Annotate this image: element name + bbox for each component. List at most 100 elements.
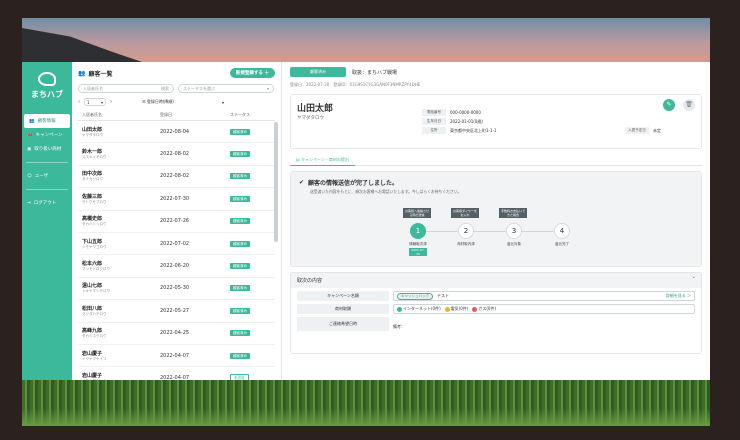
table-row[interactable]: 遠山七郎 トオヤマシチロウ 2022-05-30 顧客済み	[78, 278, 275, 301]
progress-step: 1 情報取次済 2022-07-30	[409, 223, 427, 257]
status-select[interactable]: ステータスを選ぶ ▾	[178, 84, 274, 93]
row-date: 2022-04-25	[160, 330, 190, 337]
status-placeholder: ステータスを選ぶ	[183, 85, 215, 91]
info-label: 電話番号	[422, 109, 446, 116]
status-badge: 顧客済み	[230, 285, 250, 292]
chevron-up-icon[interactable]: ˄	[693, 277, 696, 284]
chevron-down-icon: ▾	[266, 86, 269, 91]
app-logo: まちハブ	[22, 72, 72, 100]
scrollbar[interactable]	[274, 122, 278, 242]
table-row[interactable]: 山田太郎 ヤマダタロウ 2022-08-04 顧客済み	[78, 121, 275, 144]
step-date: 2022-07-30	[409, 248, 427, 256]
product-text: 電気(0件)	[450, 306, 469, 311]
row-date: 2022-04-07	[160, 352, 190, 359]
row-date: 2022-06-20	[160, 263, 190, 270]
table-row[interactable]: 岩山慶子 イワヤマケイコ 2022-04-07 顧客済み	[78, 345, 275, 368]
sidebar-item-logout[interactable]: ⇥ ログアウト	[22, 196, 72, 210]
progress-title: 顧客の情報送信が完了しました。	[308, 180, 399, 187]
list-title: 👥 顧客一覧	[78, 69, 113, 78]
row-kana: タカハシシロウ	[82, 222, 107, 227]
customer-name: 山田太郎	[297, 104, 334, 114]
people-icon: 👥	[78, 69, 86, 77]
sidebar-item-products[interactable]: ▣ 取り扱い商材	[22, 142, 72, 156]
tab-campaign-submit[interactable]: ▤ キャンペーン・商材の提出	[290, 155, 355, 166]
campaign-label: キャンペーン名類	[297, 291, 389, 301]
step-line	[419, 231, 559, 232]
sort-select[interactable]: ☰ 登録日時(降順) ▾	[138, 98, 228, 107]
chevron-down-icon: ▾	[221, 99, 224, 105]
edit-icon[interactable]: ✎	[663, 99, 675, 111]
status-badge: 顧客済み	[290, 67, 346, 77]
row-date: 2022-07-26	[160, 218, 190, 225]
table-row[interactable]: 岩山慶子イワヤマケイコ2022-04-07 未送信	[78, 367, 275, 380]
customer-kana: ヤマダタロウ	[297, 116, 324, 121]
status-badge: 顧客済み	[230, 352, 250, 359]
submission-section: 取次の内容 ˄ キャンペーン名類 キャッシュバック テスト 詳細を見る ＞ 商材…	[290, 272, 702, 354]
progress-step: 4 還元完了	[553, 223, 571, 247]
delete-icon[interactable]: 🗑	[683, 99, 695, 111]
sidebar-item-label: キャンペーン	[35, 133, 63, 138]
info-value: 000-0000-0000	[450, 110, 481, 115]
row-kana: タカミネクロウ	[82, 334, 107, 339]
sidebar-item-label: 取り扱い商材	[34, 147, 62, 152]
row-kana: サトウサブロウ	[82, 199, 107, 204]
sidebar-item-users[interactable]: ☺ ユーザ	[22, 169, 72, 183]
move-in-info: 入居予定日 未定	[625, 127, 661, 134]
row-kana: イワヤマケイコ	[82, 379, 160, 380]
table-row[interactable]: 鈴木一郎 スズキイチロウ 2022-08-02 顧客済み	[78, 143, 275, 166]
row-kana: スズキイチロウ	[82, 155, 107, 160]
column-header-name: 入居者氏名	[82, 112, 102, 117]
table-row[interactable]: 高峰九郎 タカミネクロウ 2022-04-25 顧客済み	[78, 323, 275, 345]
shop-label: 取扱：まちハブ戦場	[352, 69, 398, 76]
row-kana: イワヤマケイコ	[82, 356, 107, 361]
row-kana: タナカジロウ	[82, 177, 103, 182]
sidebar-item-label: ユーザ	[34, 174, 49, 179]
megaphone-icon: 📣	[27, 132, 33, 138]
product-value: インターネット(0件) 電気(0件) ガス(0件)	[393, 304, 695, 314]
app-window: まちハブ 👥 顧客情報 📣 キャンペーン ▣ 取り扱い商材 ☺ ユーザ ⇥ ログ…	[22, 62, 710, 380]
status-badge: 顧客済み	[230, 307, 250, 314]
row-kana: ヤマダタロウ	[82, 132, 103, 137]
search-button[interactable]: 検索	[161, 86, 169, 92]
divider	[26, 162, 68, 163]
sort-label: 登録日時(降順)	[146, 99, 174, 104]
row-name: 下山五郎	[82, 238, 103, 245]
product-item: インターネット(0件)	[397, 306, 441, 312]
table-row[interactable]: 田中次郎 タナカジロウ 2022-08-02 顧客済み	[78, 166, 275, 189]
customer-card: 山田太郎 ヤマダタロウ 電話番号 000-0000-0000 生年月日 2022-0…	[290, 94, 702, 149]
step-number: 4	[554, 223, 570, 239]
info-label: 生年月日	[422, 118, 446, 125]
sidebar-item-customers[interactable]: 👥 顧客情報	[24, 114, 70, 128]
row-name: 岩山慶子	[82, 372, 103, 379]
sidebar-item-label: ログアウト	[33, 201, 57, 206]
row-date: 2022-05-30	[160, 285, 190, 292]
next-page-icon[interactable]: ›	[110, 99, 112, 105]
sidebar-item-campaign[interactable]: 📣 キャンペーン	[22, 128, 72, 142]
info-value: 2022-01-01(0歳)	[450, 118, 483, 124]
table-row[interactable]: 佐藤三郎 サトウサブロウ 2022-07-30 顧客済み	[78, 188, 275, 211]
column-header-status: ステータス	[230, 112, 250, 117]
name-search-input[interactable]: 入居者氏名 検索	[78, 84, 174, 93]
product-item: ガス(0件)	[472, 306, 496, 312]
status-badge: 顧客済み	[230, 173, 250, 180]
table-row[interactable]: 高橋史郎 タカハシシロウ 2022-07-26 顧客済み	[78, 211, 275, 233]
row-date: 2022-07-02	[160, 240, 190, 247]
row-kana: マツダハチロウ	[82, 311, 107, 316]
tab-label: キャンペーン・商材の提出	[301, 156, 349, 162]
row-name: 岩山慶子	[82, 350, 103, 357]
step-tooltip: 手数料お支払いできた場合	[499, 208, 527, 218]
product-dot-icon	[444, 306, 450, 312]
table-row[interactable]: 松本六郎 マツモトロクロウ 2022-06-20 顧客済み	[78, 255, 275, 278]
new-customer-button[interactable]: 新規登録する ＋	[229, 68, 275, 78]
info-value: 未定	[653, 127, 661, 133]
table-row[interactable]: 松田八郎 マツダハチロウ 2022-05-27 顧客済み	[78, 300, 275, 323]
prev-page-icon[interactable]: ‹	[78, 99, 80, 105]
status-badge: 顧客済み	[230, 195, 250, 202]
registration-meta: 登録日：2022-07-30 登録ID：01G9S1CYG3GAN0F3NMRZ…	[290, 82, 421, 87]
sort-icon: ☰ 登録日時(降順)	[142, 99, 174, 104]
table-row[interactable]: 下山五郎 シモヤマゴロウ 2022-07-02 顧客済み	[78, 233, 275, 256]
search-placeholder: 入居者氏名	[83, 85, 103, 91]
detail-link[interactable]: 詳細を見る ＞	[666, 293, 691, 299]
status-badge: 顧客済み	[230, 330, 250, 337]
page-select[interactable]: 1 ▾	[84, 98, 106, 106]
